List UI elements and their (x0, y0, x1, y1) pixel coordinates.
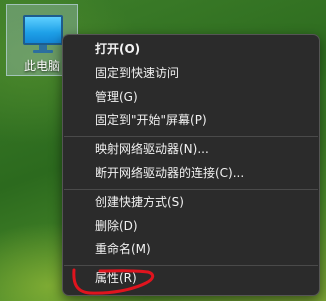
menu-item-disconnect-network-drive[interactable]: 断开网络驱动器的连接(C)... (67, 162, 315, 184)
menu-separator (64, 265, 318, 266)
computer-icon (23, 15, 63, 45)
menu-item-delete[interactable]: 删除(D) (67, 215, 315, 237)
menu-item-create-shortcut[interactable]: 创建快捷方式(S) (67, 191, 315, 213)
menu-item-properties[interactable]: 属性(R) (67, 267, 315, 289)
context-menu: 打开(O) 固定到快速访问 管理(G) 固定到"开始"屏幕(P) 映射网络驱动器… (62, 34, 320, 296)
menu-item-open[interactable]: 打开(O) (67, 38, 315, 60)
menu-item-map-network-drive[interactable]: 映射网络驱动器(N)... (67, 138, 315, 160)
menu-separator (64, 136, 318, 137)
menu-item-manage[interactable]: 管理(G) (67, 86, 315, 108)
menu-item-rename[interactable]: 重命名(M) (67, 238, 315, 260)
menu-separator (64, 189, 318, 190)
computer-icon-base (33, 50, 53, 53)
menu-item-pin-start[interactable]: 固定到"开始"屏幕(P) (67, 109, 315, 131)
menu-item-pin-quick-access[interactable]: 固定到快速访问 (67, 62, 315, 84)
